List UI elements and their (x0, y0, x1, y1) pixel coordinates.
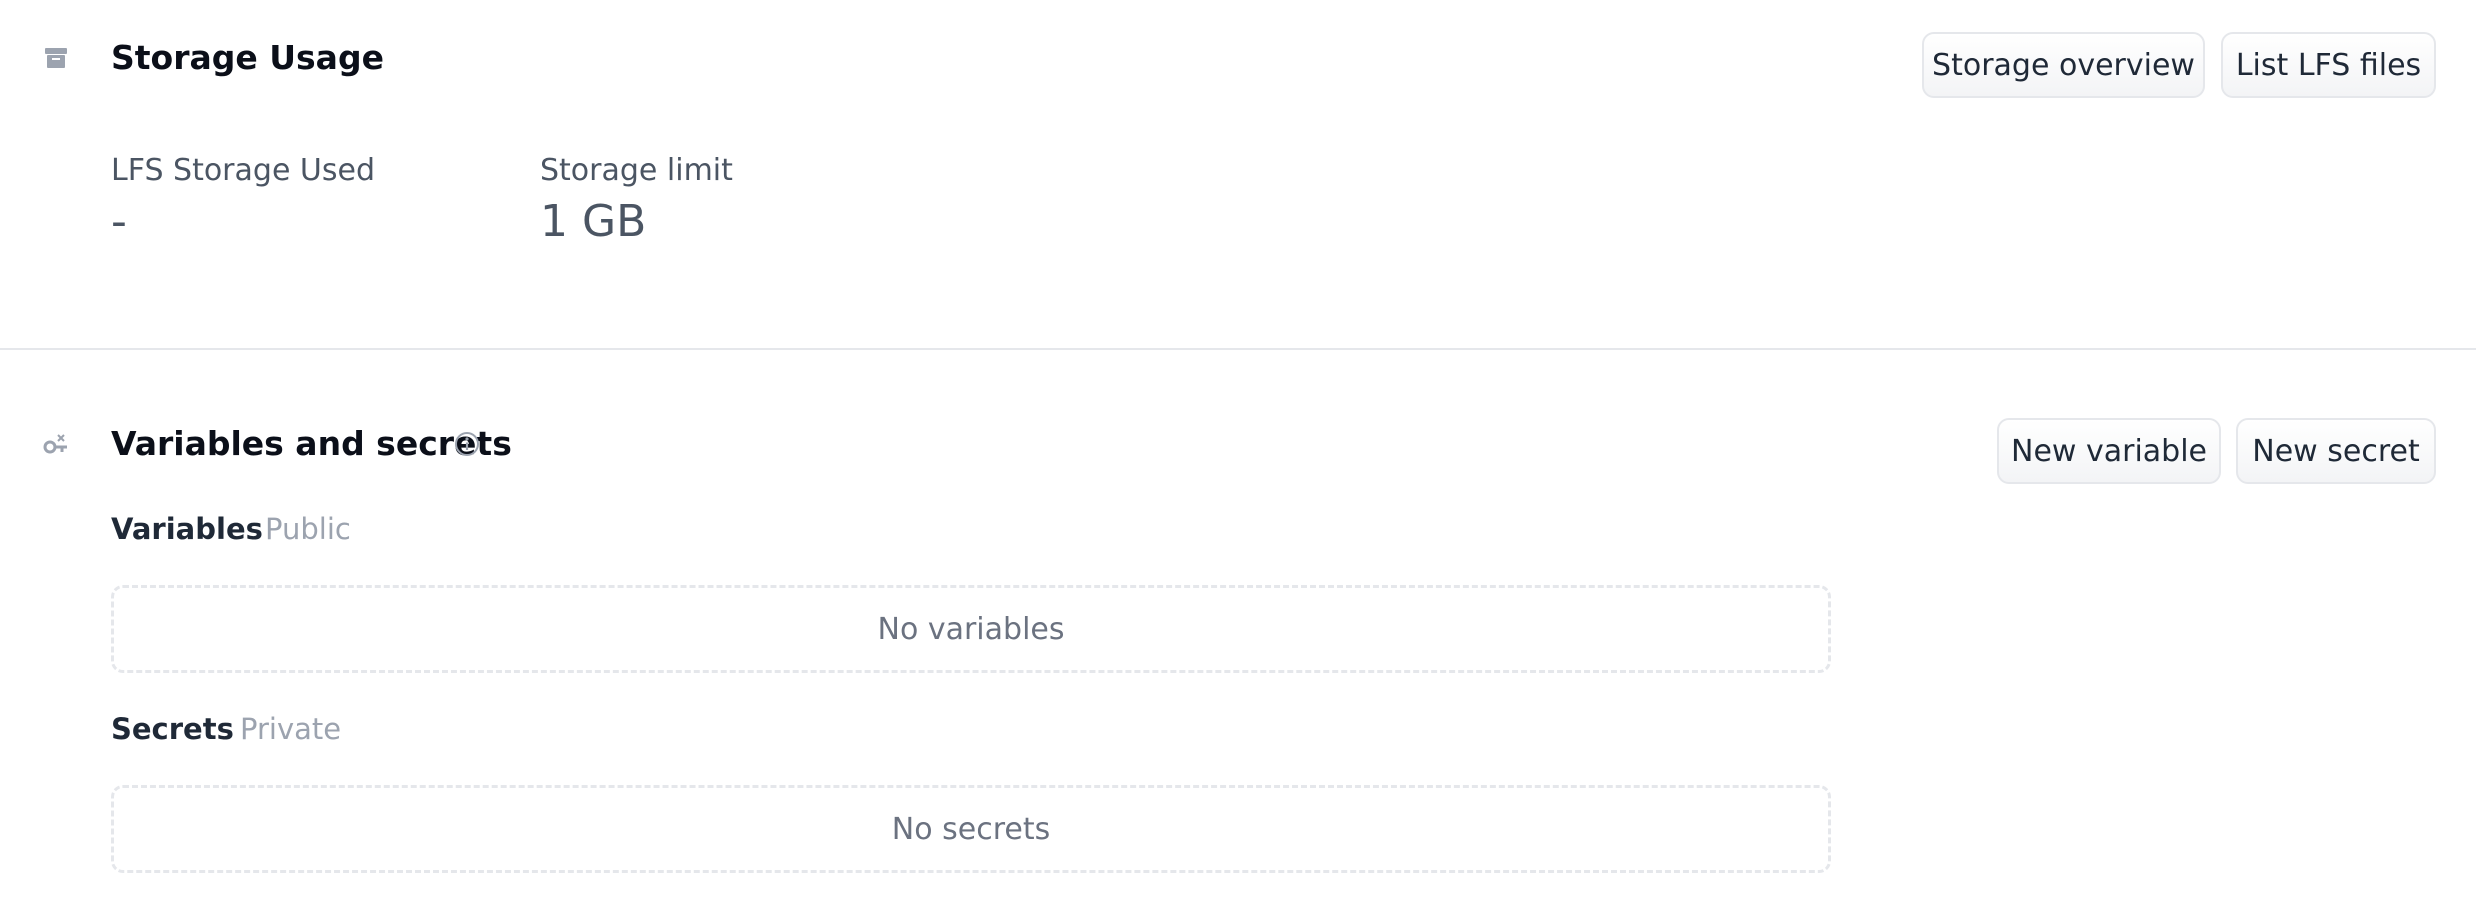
storage-usage-section: Storage Usage Storage overview List LFS … (0, 0, 2476, 350)
no-secrets-text: No secrets (891, 811, 1051, 847)
archive-box-icon (40, 42, 72, 74)
new-variable-button[interactable]: New variable (1997, 418, 2221, 484)
lfs-storage-used-label: LFS Storage Used (111, 153, 376, 188)
secrets-heading: Secrets (111, 712, 234, 746)
lfs-storage-used-value: - (111, 196, 127, 247)
key-icon (40, 428, 72, 460)
storage-limit-label: Storage limit (540, 153, 733, 188)
info-icon[interactable] (453, 430, 481, 458)
list-lfs-files-button[interactable]: List LFS files (2221, 32, 2436, 98)
variables-public-tag: Public (265, 512, 351, 546)
variables-empty-state: No variables (111, 585, 1831, 673)
secrets-empty-state: No secrets (111, 785, 1831, 873)
storage-usage-title: Storage Usage (111, 38, 384, 77)
no-variables-text: No variables (877, 611, 1065, 647)
secrets-private-tag: Private (240, 712, 342, 746)
new-secret-button[interactable]: New secret (2236, 418, 2436, 484)
storage-limit-value: 1 GB (540, 196, 647, 247)
variables-secrets-title: Variables and secrets (111, 424, 512, 463)
storage-overview-button[interactable]: Storage overview (1922, 32, 2205, 98)
variables-heading: Variables (111, 512, 263, 546)
